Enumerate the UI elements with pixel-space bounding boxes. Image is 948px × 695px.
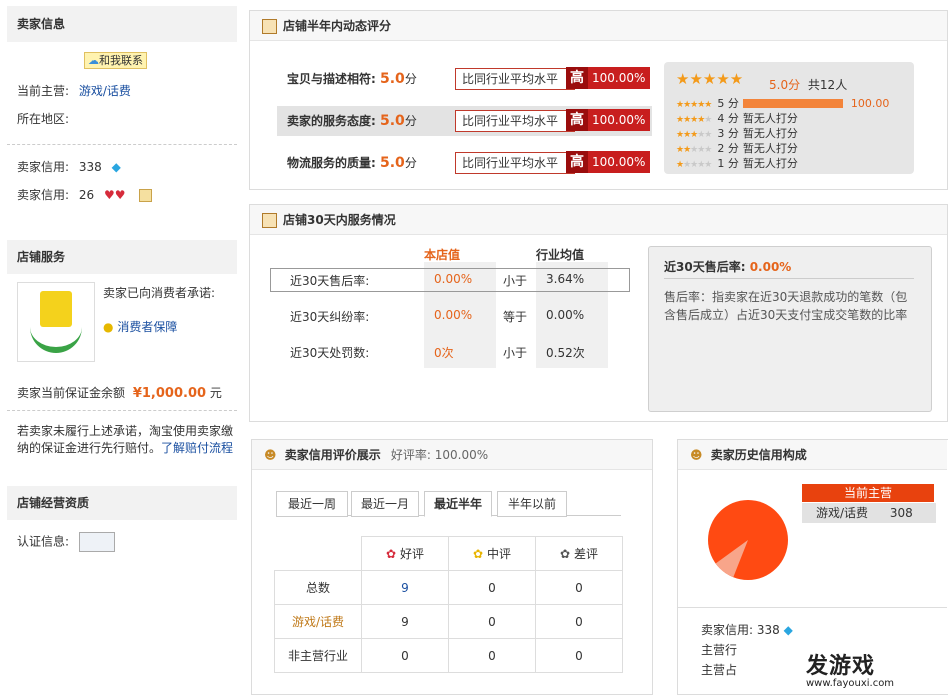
- contact-seller-button[interactable]: ☁和我联系: [84, 52, 147, 69]
- rating-stars-empty: ★★: [697, 130, 712, 140]
- promise-text: 卖家已向消费者承诺:: [103, 286, 216, 300]
- dsr-compare-label: 比同行业平均水平: [455, 110, 575, 132]
- tab-last-half-year[interactable]: 最近半年: [424, 491, 492, 517]
- rating-stars-empty: ★: [704, 115, 712, 125]
- flower-icon: ✿: [560, 547, 571, 561]
- calendar-icon: [262, 213, 277, 228]
- header-mid: ✿ 中评: [448, 536, 536, 571]
- dsr-row-label: 宝贝与描述相符: 5.0分: [287, 71, 417, 87]
- history-line-2: 主营行: [701, 643, 738, 657]
- user-icon: ☻: [264, 448, 277, 462]
- service-row-industry-value: 3.64%: [546, 272, 585, 286]
- chat-icon: ☁: [88, 54, 99, 67]
- rating-stars-empty: ★★★★: [683, 160, 712, 170]
- seller-credit-row-1: 卖家信用: 338 ◆: [17, 160, 121, 174]
- divider: [7, 144, 237, 145]
- main-category-link[interactable]: 游戏/话费: [79, 84, 131, 98]
- header-bad: ✿ 差评: [535, 536, 623, 571]
- seller-credit-row-2: 卖家信用: 26 ♥♥: [17, 186, 153, 203]
- shop-service-header: 店铺服务: [7, 240, 237, 274]
- table-row: 总数 9 0 0: [274, 570, 623, 605]
- dsr-high-badge: 高 100.00%: [566, 67, 650, 89]
- history-header: ☻ 卖家历史信用构成: [678, 440, 947, 470]
- edit-icon[interactable]: [139, 189, 153, 202]
- tab-last-week[interactable]: 最近一周: [276, 491, 348, 517]
- history-line-3: 主营占: [701, 663, 738, 677]
- dsr-high-badge: 高 100.00%: [566, 151, 650, 173]
- dsr-header: 店铺半年内动态评分: [250, 11, 947, 41]
- history-category-row[interactable]: 游戏/话费 308: [802, 503, 936, 523]
- col-shop-value: 本店值: [424, 248, 461, 262]
- tab-before-half-year[interactable]: 半年以前: [497, 491, 567, 517]
- certificate-icon[interactable]: [78, 532, 115, 552]
- rating-stars: ★★★: [676, 130, 698, 140]
- region-row: 所在地区:: [17, 112, 70, 126]
- header-good: ✿ 好评: [361, 536, 449, 571]
- dsr-row-label: 物流服务的质量: 5.0分: [287, 155, 417, 171]
- history-divider: [678, 607, 947, 608]
- watermark-logo: 发游戏 www.fayouxi.com: [806, 654, 895, 689]
- table-header-row: ✿ 好评 ✿ 中评 ✿ 差评: [275, 536, 623, 571]
- score-distribution-row: ★★★★★ 1 分暂无人打分: [676, 157, 798, 170]
- main-category-tag: 当前主营: [802, 484, 934, 502]
- history-credit-row: 卖家信用: 338 ◆: [701, 623, 793, 637]
- diamond-icon: ◆: [111, 160, 121, 174]
- rating-table: ✿ 好评 ✿ 中评 ✿ 差评 总数 9 0 0 游戏/话费 9 0 0 非主营行…: [274, 536, 623, 673]
- service-row-label: 近30天纠纷率:: [290, 310, 370, 324]
- col-industry-avg: 行业均值: [536, 248, 585, 262]
- flower-icon: ✿: [386, 547, 397, 561]
- service-row-shop-value: 0次: [434, 346, 454, 360]
- compensation-note: 若卖家未履行上述承诺，淘宝使用卖家缴纳的保证金进行先行赔付。了解赔付流程: [17, 424, 234, 455]
- dsr-high-badge: 高 100.00%: [566, 109, 650, 131]
- detail-title: 近30天售后率: 0.00%: [664, 260, 792, 274]
- credit-show-header: ☻ 卖家信用评价展示 好评率: 100.00%: [252, 440, 652, 470]
- shopping-bag-icon: [17, 282, 95, 362]
- rating-stars: ★★★★: [676, 115, 705, 125]
- service-row-shop-value: 0.00%: [434, 308, 473, 322]
- service-row-shop-value: 0.00%: [434, 272, 473, 286]
- score-distribution-row: ★★★★★ 2 分暂无人打分: [676, 142, 798, 155]
- tab-last-month[interactable]: 最近一月: [351, 491, 419, 517]
- seller-info-header: 卖家信息: [7, 6, 237, 42]
- guarantee-icon: ●: [103, 320, 114, 334]
- service-row-label: 近30天处罚数:: [290, 346, 370, 360]
- dsr-compare-label: 比同行业平均水平: [455, 152, 575, 174]
- table-row: 游戏/话费 9 0 0: [274, 604, 623, 639]
- compensation-flow-link[interactable]: 了解赔付流程: [161, 441, 233, 455]
- service-row-compare: 小于: [503, 346, 528, 360]
- rating-stars: ★★★★★: [676, 100, 712, 110]
- service30-header: 店铺30天内服务情况: [250, 205, 947, 235]
- summary-stars: ★★★★★: [676, 70, 744, 88]
- rating-stars: ★★: [676, 145, 691, 155]
- divider: [664, 278, 914, 279]
- calendar-icon: [262, 19, 277, 34]
- divider: [7, 410, 237, 411]
- service-row-industry-value: 0.00%: [546, 308, 585, 322]
- seller-info-title: 卖家信息: [17, 17, 66, 31]
- cert-row: 认证信息:: [17, 532, 115, 552]
- table-row: 非主营行业 0 0 0: [274, 638, 623, 673]
- detail-text: 售后率：指卖家在近30天退款成功的笔数（包含售后成立）占近30天支付宝成交笔数的…: [664, 290, 908, 322]
- score-distribution-row: ★★★★★ 3 分暂无人打分: [676, 127, 798, 140]
- deposit-row: 卖家当前保证金余额 ¥1,000.00 元: [17, 386, 222, 401]
- user-icon: ☻: [690, 448, 703, 462]
- rating-stars-empty: ★★★: [690, 145, 712, 155]
- summary-score: 5.0分 共12人: [769, 78, 848, 92]
- history-pie-chart: [708, 500, 788, 580]
- dsr-compare-label: 比同行业平均水平: [455, 68, 575, 90]
- consumer-guarantee-link[interactable]: ● 消费者保障: [103, 318, 177, 335]
- dsr-row-label: 卖家的服务态度: 5.0分: [287, 113, 417, 129]
- main-category-row: 当前主营: 游戏/话费: [17, 84, 131, 98]
- score-distribution-row: ★★★★★ 4 分暂无人打分: [676, 112, 798, 125]
- service-row-industry-value: 0.52次: [546, 346, 585, 360]
- distribution-bar: [742, 99, 843, 108]
- diamond-icon: ◆: [783, 623, 793, 637]
- service-row-compare: 小于: [503, 274, 528, 288]
- score-distribution-row: ★★★★★ 5 分 100.00: [676, 97, 890, 110]
- heart-icon: ♥♥: [103, 188, 126, 202]
- service-row-compare: 等于: [503, 310, 528, 324]
- service-row-label: 近30天售后率:: [290, 274, 370, 288]
- flower-icon: ✿: [473, 547, 484, 561]
- qualification-header: 店铺经营资质: [7, 486, 237, 520]
